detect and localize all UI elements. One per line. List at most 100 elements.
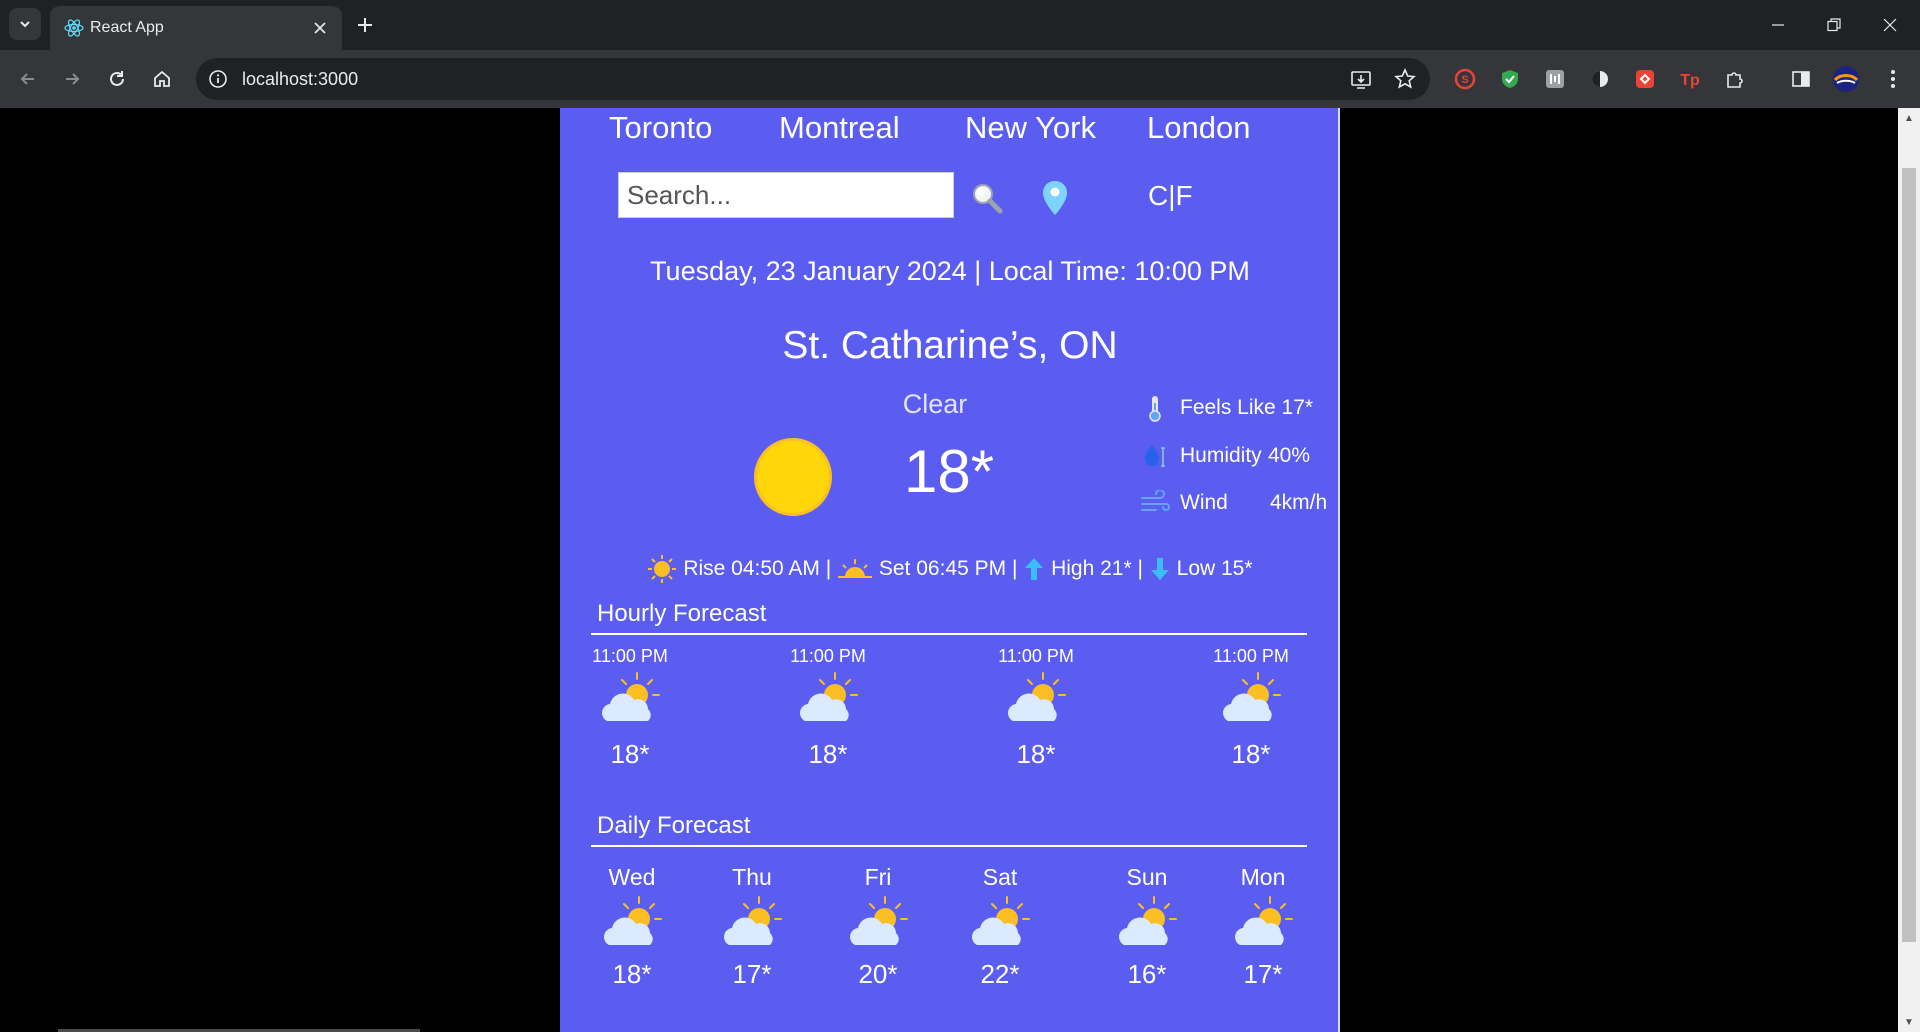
sun-summary: Rise 04:50 AM | Set 06:45 PM | High 21* … <box>560 554 1340 584</box>
hourly-forecast-item: 11:00 PM 18* <box>1196 646 1306 770</box>
unit-toggle[interactable]: C|F <box>1148 180 1193 212</box>
wind-value: 4km/h <box>1270 491 1328 514</box>
daily-day: Sat <box>982 864 1018 890</box>
bookmark-button[interactable] <box>1390 64 1420 94</box>
daily-forecast-item: Wed 18* <box>587 864 677 990</box>
city-link-london[interactable]: London <box>1147 110 1250 146</box>
daily-divider <box>591 845 1307 847</box>
daily-day: Thu <box>732 864 772 890</box>
hourly-forecast-item: 11:00 PM 18* <box>773 646 883 770</box>
scroll-up-arrow[interactable]: ▲ <box>1902 110 1916 126</box>
hourly-forecast-title: Hourly Forecast <box>597 600 767 627</box>
site-info-icon[interactable] <box>206 67 230 91</box>
hourly-temp: 18* <box>808 739 848 769</box>
partly-cloudy-icon <box>1102 891 1192 955</box>
low-temp-text: Low 15* <box>1176 557 1253 580</box>
partly-cloudy-icon <box>773 667 883 731</box>
feels-like-text: Feels Like 17* <box>1180 396 1314 419</box>
home-button[interactable] <box>146 63 178 95</box>
extension-red-icon[interactable] <box>1630 64 1660 94</box>
daily-temp: 20* <box>858 959 898 989</box>
hourly-divider <box>591 633 1307 635</box>
daily-forecast-item: Sun 16* <box>1102 864 1192 990</box>
scroll-thumb[interactable] <box>1902 168 1916 942</box>
daily-temp: 22* <box>980 959 1020 989</box>
local-datetime: Tuesday, 23 January 2024 | Local Time: 1… <box>650 256 1250 286</box>
extensions-puzzle-icon[interactable] <box>1720 64 1750 94</box>
extension-shield-icon[interactable] <box>1495 64 1525 94</box>
tab-title: React App <box>90 19 164 36</box>
hourly-time: 11:00 PM <box>1213 646 1289 666</box>
restore-icon <box>1827 18 1841 32</box>
daily-day: Fri <box>864 864 892 890</box>
city-link-toronto[interactable]: Toronto <box>609 110 712 146</box>
daily-temp: 16* <box>1127 959 1167 989</box>
daily-day: Wed <box>608 864 656 890</box>
sunset-text: Set 06:45 PM | <box>878 557 1018 580</box>
svg-text:Tp: Tp <box>1680 72 1700 89</box>
install-app-button[interactable] <box>1346 64 1376 94</box>
thermometer-icon <box>1140 393 1170 423</box>
app-border <box>1338 108 1340 1032</box>
tab-close-button[interactable] <box>308 16 332 40</box>
tab-search-dropdown-button[interactable] <box>9 8 41 40</box>
restore-button[interactable] <box>1816 10 1852 40</box>
plus-icon <box>358 18 372 32</box>
address-bar[interactable]: localhost:3000 <box>196 58 1430 100</box>
sunrise-text: Rise 04:50 AM | <box>683 557 832 580</box>
extension-s-icon[interactable]: S <box>1450 64 1480 94</box>
daily-forecast-item: Fri 20* <box>833 864 923 990</box>
hourly-forecast-item: 11:00 PM 18* <box>575 646 685 770</box>
daily-day: Sun <box>1126 864 1168 890</box>
extension-grey-icon[interactable] <box>1540 64 1570 94</box>
partly-cloudy-icon <box>575 667 685 731</box>
search-button[interactable] <box>967 178 1007 218</box>
arrow-up-icon <box>1025 558 1044 580</box>
star-icon <box>1394 68 1416 89</box>
city-link-montreal[interactable]: Montreal <box>779 110 900 146</box>
hourly-temp: 18* <box>610 739 650 769</box>
search-icon <box>973 184 1003 214</box>
install-icon <box>1351 71 1371 89</box>
back-button[interactable] <box>12 63 44 95</box>
browser-menu-icon[interactable] <box>1878 64 1908 94</box>
weather-condition: Clear <box>902 389 968 419</box>
daily-day: Mon <box>1240 864 1286 890</box>
sunset-icon <box>838 559 873 578</box>
current-location-button[interactable] <box>1038 178 1072 218</box>
svg-text:S: S <box>1461 74 1468 86</box>
new-tab-button[interactable] <box>352 12 378 38</box>
partly-cloudy-icon <box>587 891 677 955</box>
reload-icon <box>110 71 124 86</box>
minimize-button[interactable] <box>1760 10 1796 40</box>
daily-forecast-title: Daily Forecast <box>597 812 751 839</box>
extension-tp-icon[interactable]: Tp <box>1675 64 1705 94</box>
extension-dark-mode-icon[interactable] <box>1585 64 1615 94</box>
weather-app: Toronto Montreal New York London C|F Tue… <box>560 108 1340 1032</box>
vertical-scrollbar[interactable]: ▲ ▼ <box>1898 108 1920 1032</box>
side-panel-icon[interactable] <box>1786 64 1816 94</box>
partly-cloudy-icon <box>707 891 797 955</box>
daily-temp: 17* <box>1243 959 1283 989</box>
map-pin-icon <box>1043 181 1067 215</box>
daily-forecast-item: Mon 17* <box>1218 864 1308 990</box>
close-icon <box>1883 18 1897 32</box>
partly-cloudy-icon <box>833 891 923 955</box>
profile-avatar-icon[interactable] <box>1831 64 1861 94</box>
arrow-left-icon <box>20 73 34 85</box>
tab-react-app[interactable]: React App <box>50 6 342 50</box>
daily-forecast-item: Sat 22* <box>955 864 1045 990</box>
hourly-time: 11:00 PM <box>592 646 668 666</box>
forward-button[interactable] <box>56 63 88 95</box>
daily-temp: 18* <box>612 959 652 989</box>
browser-tabstrip: React App <box>0 0 1920 50</box>
wind-icon <box>1140 488 1170 518</box>
search-input[interactable] <box>618 172 954 218</box>
city-link-new-york[interactable]: New York <box>965 110 1096 146</box>
url-text: localhost:3000 <box>242 69 359 89</box>
scroll-down-arrow[interactable]: ▼ <box>1902 1014 1916 1030</box>
sunrise-icon <box>648 555 677 583</box>
close-window-button[interactable] <box>1872 10 1908 40</box>
reload-button[interactable] <box>101 63 133 95</box>
daily-temp: 17* <box>732 959 772 989</box>
